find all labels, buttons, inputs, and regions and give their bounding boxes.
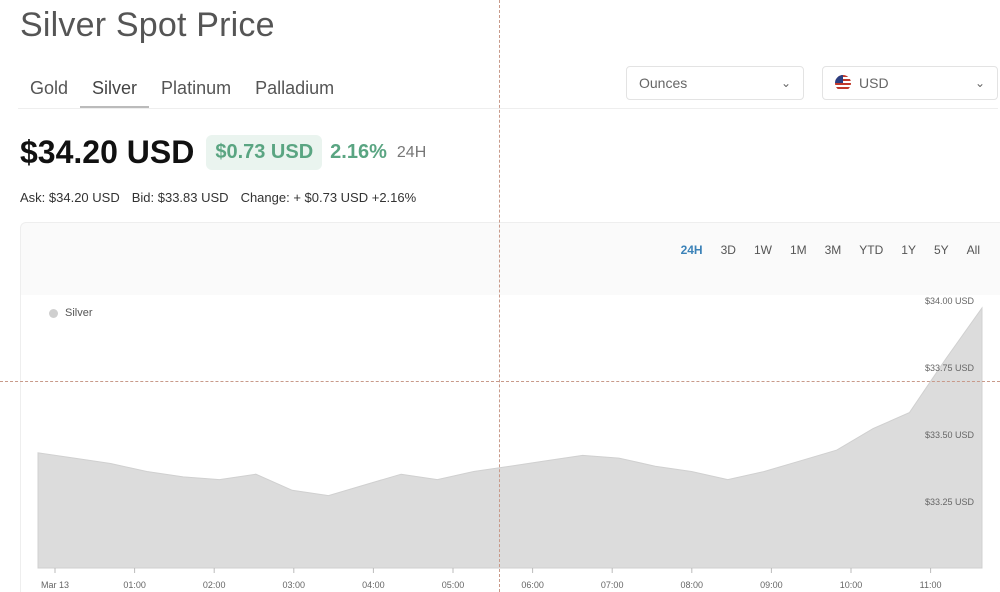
legend-dot-icon	[49, 308, 58, 318]
change-badge: $0.73 USD	[206, 135, 323, 170]
unit-select[interactable]: Ounces ⌄	[626, 66, 804, 100]
range-ytd[interactable]: YTD	[850, 243, 892, 257]
legend-label-silver: Silver	[65, 307, 93, 319]
range-1w[interactable]: 1W	[745, 243, 781, 257]
page: Silver Spot Price Gold Silver Platinum P…	[0, 0, 1000, 592]
us-flag-icon	[835, 75, 851, 91]
crosshair-horizontal	[0, 381, 1000, 382]
chart-card: 24H 3D 1W 1M 3M YTD 1Y 5Y All Silver	[20, 222, 1000, 592]
range-all[interactable]: All	[958, 243, 989, 257]
chevron-down-icon: ⌄	[780, 76, 791, 90]
chart-plot-background	[21, 295, 1000, 592]
chart-legend[interactable]: Silver	[49, 307, 93, 319]
range-selector: 24H 3D 1W 1M 3M YTD 1Y 5Y All	[672, 243, 989, 257]
page-title: Silver Spot Price	[20, 6, 275, 44]
range-24h[interactable]: 24H	[672, 243, 712, 257]
spot-price: $34.20 USD	[20, 134, 195, 170]
change-summary: Change: + $0.73 USD +2.16%	[240, 190, 417, 205]
range-3m[interactable]: 3M	[816, 243, 851, 257]
bid-price: Bid: $33.83 USD	[131, 190, 229, 205]
currency-select[interactable]: USD ⌄	[822, 66, 998, 100]
tab-palladium[interactable]: Palladium	[243, 72, 346, 108]
tab-silver[interactable]: Silver	[80, 72, 150, 108]
tab-gold[interactable]: Gold	[18, 72, 80, 108]
ask-price: Ask: $34.20 USD	[20, 190, 120, 205]
chevron-down-icon: ⌄	[974, 76, 985, 90]
price-meta: Ask: $34.20 USD Bid: $33.83 USD Change: …	[20, 190, 416, 205]
crosshair-vertical	[499, 0, 500, 592]
unit-select-value: Ounces	[639, 75, 688, 91]
change-period: 24H	[396, 143, 427, 161]
range-3d[interactable]: 3D	[712, 243, 745, 257]
price-row: $34.20 USD $0.73 USD 2.16% 24H	[20, 134, 426, 171]
range-5y[interactable]: 5Y	[925, 243, 958, 257]
currency-select-value: USD	[859, 75, 889, 91]
change-percent: 2.16%	[330, 141, 387, 163]
range-1y[interactable]: 1Y	[892, 243, 925, 257]
range-1m[interactable]: 1M	[781, 243, 816, 257]
tab-platinum[interactable]: Platinum	[149, 72, 243, 108]
